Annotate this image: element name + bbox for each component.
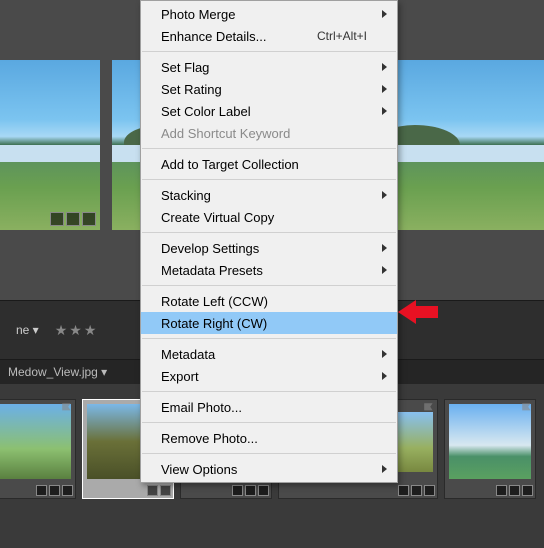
menu-label: Rotate Left (CCW) [161, 294, 268, 309]
thumb-image [0, 404, 71, 479]
tag-icon[interactable] [36, 485, 47, 496]
chevron-right-icon [382, 85, 387, 93]
rating-stars[interactable]: ★★★ [55, 322, 99, 339]
tag-icon[interactable] [398, 485, 409, 496]
stack-icon[interactable] [258, 485, 269, 496]
menu-label: Email Photo... [161, 400, 242, 415]
menu-enhance-details[interactable]: Enhance Details... Ctrl+Alt+I [141, 25, 397, 47]
crop-icon[interactable] [245, 485, 256, 496]
tag-icon[interactable] [496, 485, 507, 496]
filename-dropdown[interactable]: Medow_View.jpg ▾ [8, 365, 107, 379]
menu-rotate-right[interactable]: Rotate Right (CW) [141, 312, 397, 334]
crop-icon[interactable] [147, 485, 158, 496]
menu-metadata-presets[interactable]: Metadata Presets [141, 259, 397, 281]
menu-photo-merge[interactable]: Photo Merge [141, 3, 397, 25]
menu-label: Export [161, 369, 199, 384]
chevron-right-icon [382, 63, 387, 71]
menu-set-rating[interactable]: Set Rating [141, 78, 397, 100]
menu-email-photo[interactable]: Email Photo... [141, 396, 397, 418]
chevron-right-icon [382, 372, 387, 380]
stack-icon[interactable] [82, 212, 96, 226]
crop-icon[interactable] [509, 485, 520, 496]
chevron-right-icon [382, 191, 387, 199]
menu-view-options[interactable]: View Options [141, 458, 397, 480]
menu-label: Set Color Label [161, 104, 251, 119]
menu-stacking[interactable]: Stacking [141, 184, 397, 206]
menu-separator [142, 453, 396, 454]
menu-label: View Options [161, 462, 237, 477]
photo-thumbnail[interactable] [0, 60, 100, 230]
menu-label: Metadata Presets [161, 263, 263, 278]
menu-separator [142, 338, 396, 339]
chevron-right-icon [382, 266, 387, 274]
menu-separator [142, 51, 396, 52]
sort-dropdown[interactable]: ne ▾ [8, 320, 47, 340]
flag-icon [423, 402, 435, 414]
menu-separator [142, 422, 396, 423]
flag-icon [61, 402, 73, 414]
menu-rotate-left[interactable]: Rotate Left (CCW) [141, 290, 397, 312]
menu-separator [142, 179, 396, 180]
menu-remove-photo[interactable]: Remove Photo... [141, 427, 397, 449]
tag-icon[interactable] [50, 212, 64, 226]
chevron-right-icon [382, 107, 387, 115]
flag-icon [521, 402, 533, 414]
menu-label: Remove Photo... [161, 431, 258, 446]
menu-label: Add to Target Collection [161, 157, 299, 172]
context-menu: Photo Merge Enhance Details... Ctrl+Alt+… [140, 0, 398, 483]
chevron-right-icon [382, 244, 387, 252]
menu-create-virtual-copy[interactable]: Create Virtual Copy [141, 206, 397, 228]
menu-set-flag[interactable]: Set Flag [141, 56, 397, 78]
menu-label: Set Flag [161, 60, 209, 75]
menu-shortcut: Ctrl+Alt+I [317, 29, 367, 43]
menu-label: Add Shortcut Keyword [161, 126, 290, 141]
menu-label: Enhance Details... [161, 29, 267, 44]
menu-set-color-label[interactable]: Set Color Label [141, 100, 397, 122]
crop-icon[interactable] [49, 485, 60, 496]
menu-label: Photo Merge [161, 7, 235, 22]
stack-icon[interactable] [424, 485, 435, 496]
menu-metadata[interactable]: Metadata [141, 343, 397, 365]
chevron-right-icon [382, 350, 387, 358]
menu-label: Develop Settings [161, 241, 259, 256]
menu-separator [142, 391, 396, 392]
crop-icon[interactable] [66, 212, 80, 226]
menu-label: Rotate Right (CW) [161, 316, 267, 331]
stack-icon[interactable] [522, 485, 533, 496]
menu-develop-settings[interactable]: Develop Settings [141, 237, 397, 259]
photo-badges [50, 212, 96, 226]
menu-separator [142, 232, 396, 233]
thumb-image [449, 404, 531, 479]
menu-label: Create Virtual Copy [161, 210, 274, 225]
menu-separator [142, 148, 396, 149]
chevron-right-icon [382, 10, 387, 18]
stack-icon[interactable] [160, 485, 171, 496]
chevron-right-icon [382, 465, 387, 473]
stack-icon[interactable] [62, 485, 73, 496]
menu-label: Metadata [161, 347, 215, 362]
menu-add-to-target[interactable]: Add to Target Collection [141, 153, 397, 175]
filmstrip-thumbnail[interactable] [444, 399, 536, 499]
tag-icon[interactable] [232, 485, 243, 496]
crop-icon[interactable] [411, 485, 422, 496]
menu-export[interactable]: Export [141, 365, 397, 387]
menu-separator [142, 285, 396, 286]
landscape-image [0, 60, 100, 230]
menu-label: Stacking [161, 188, 211, 203]
menu-label: Set Rating [161, 82, 222, 97]
annotation-arrow-icon [398, 298, 438, 326]
filmstrip-thumbnail[interactable] [0, 399, 76, 499]
menu-add-shortcut-keyword: Add Shortcut Keyword [141, 122, 397, 144]
